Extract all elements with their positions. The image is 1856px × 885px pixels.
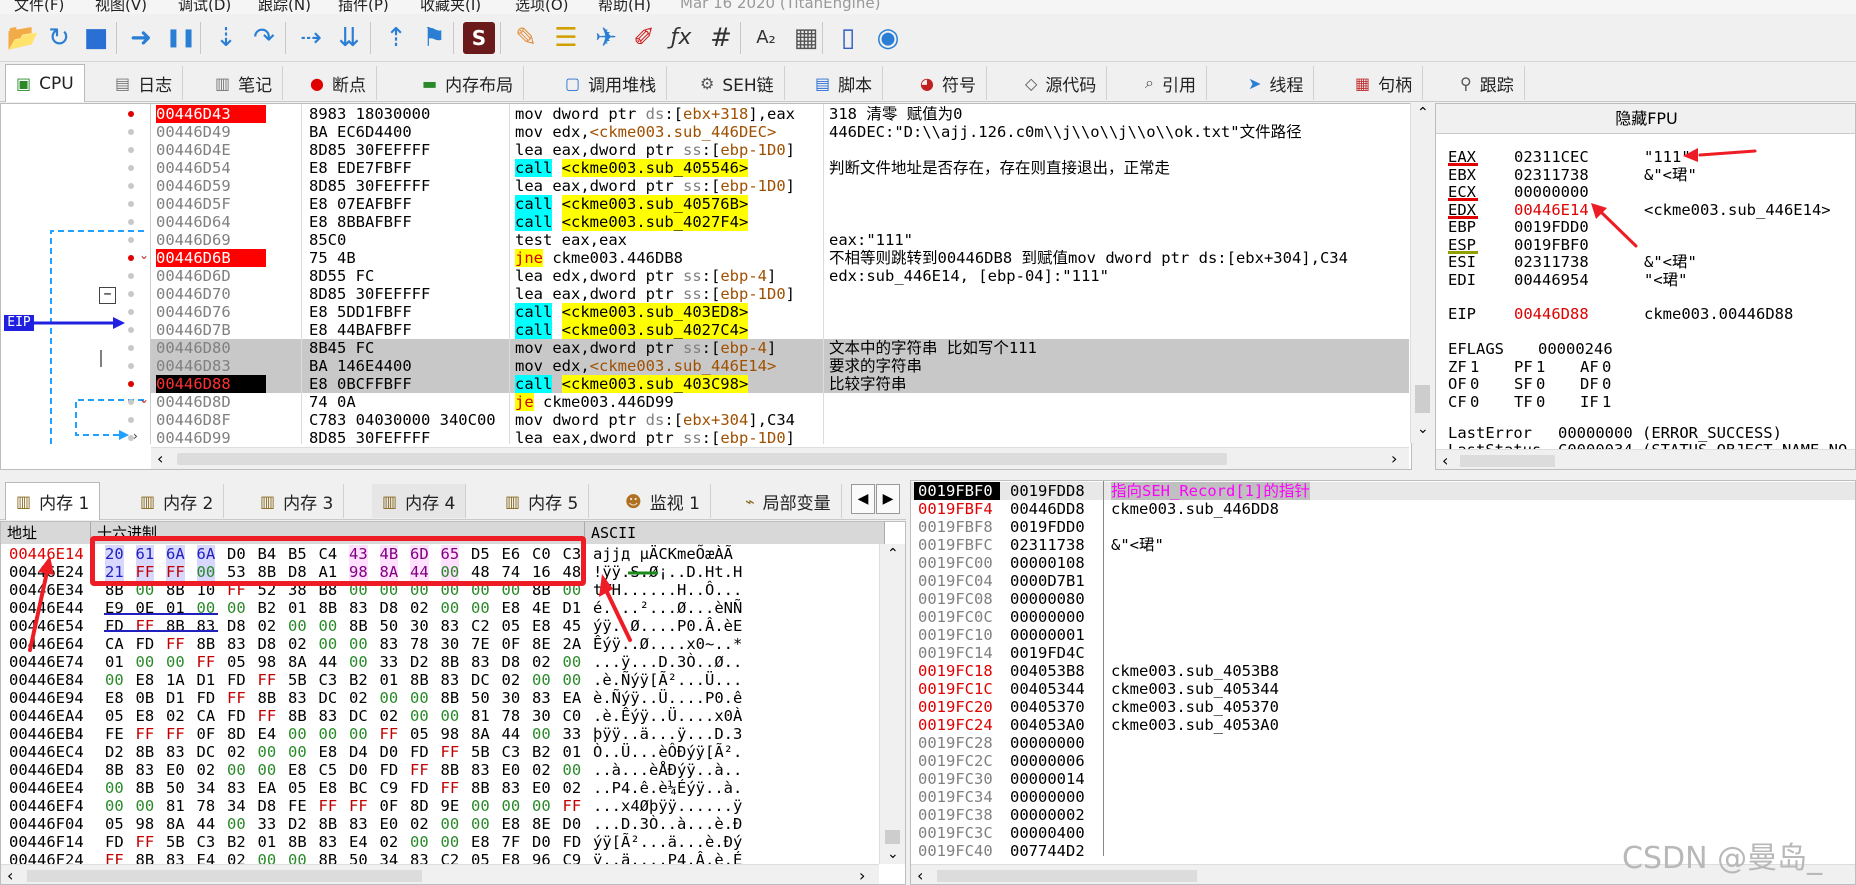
annotation-arrows: [28, 148, 1757, 652]
csdn-watermark: CSDN @曼岛_: [1622, 841, 1823, 876]
